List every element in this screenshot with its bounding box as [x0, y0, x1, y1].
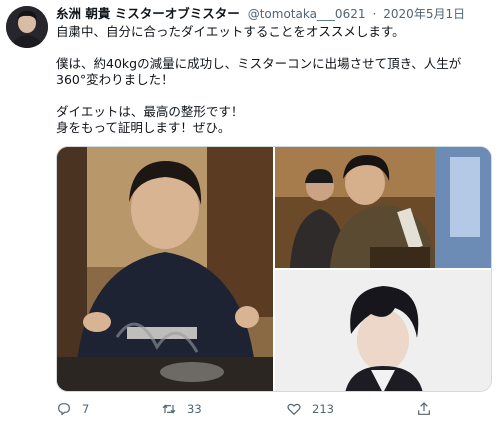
display-name[interactable]: 糸洲 朝貴 ミスターオブミスター: [56, 6, 240, 21]
photo-friends-drinking[interactable]: [275, 147, 491, 268]
tweet-line: ダイエットは、最高の整形です！: [56, 104, 244, 119]
tweet-line: 360°変わりました！: [56, 72, 174, 87]
retweet-button[interactable]: 33: [161, 398, 202, 420]
tweet[interactable]: 糸洲 朝貴 ミスターオブミスター @tomotaka___0621 · 2020…: [0, 0, 500, 427]
media-grid: [56, 146, 492, 392]
retweet-icon: [162, 404, 176, 414]
retweet-count: 33: [187, 402, 202, 416]
like-count: 213: [312, 402, 334, 416]
photo-styled-portrait[interactable]: [275, 270, 491, 391]
reply-button[interactable]: 7: [56, 398, 89, 420]
tweet-line: 自粛中、自分に合ったダイエットすることをオススメします。: [56, 24, 405, 39]
like-button[interactable]: 213: [286, 398, 334, 420]
tweet-text: 自粛中、自分に合ったダイエットすることをオススメします。 僕は、約40kgの減量…: [56, 24, 486, 136]
reply-icon: [58, 403, 70, 416]
share-button[interactable]: [416, 398, 442, 420]
photo-man-grilling[interactable]: [57, 147, 273, 391]
tweet-line: 身をもって証明します！ぜひ。: [56, 120, 231, 135]
tweet-line: 僕は、約40kgの減量に成功し、ミスターコンに出場させて頂き、人生が: [56, 56, 462, 71]
tweet-actions: 7 33 213: [56, 398, 486, 420]
separator-dot: ·: [372, 7, 377, 21]
tweet-header: 糸洲 朝貴 ミスターオブミスター @tomotaka___0621 · 2020…: [56, 5, 496, 23]
user-handle[interactable]: @tomotaka___0621: [248, 7, 366, 21]
heart-icon: [287, 403, 301, 416]
tweet-date[interactable]: 2020年5月1日: [383, 7, 465, 21]
reply-count: 7: [82, 402, 90, 416]
avatar[interactable]: [6, 6, 48, 48]
share-icon: [418, 402, 430, 415]
